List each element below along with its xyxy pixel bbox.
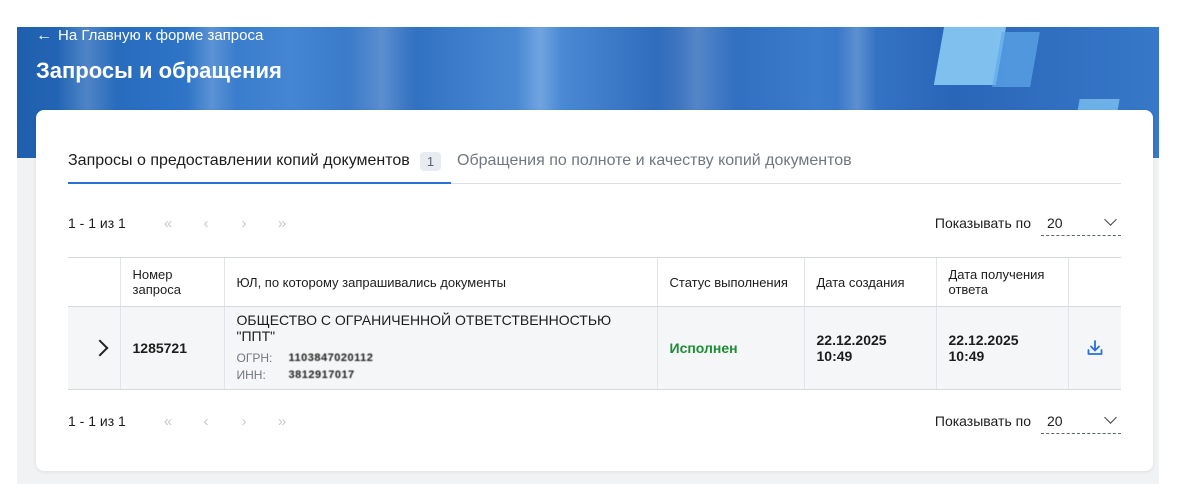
org-name: ОБЩЕСТВО С ОГРАНИЧЕННОЙ ОТВЕТСТВЕННОСТЬЮ… bbox=[236, 312, 612, 344]
page-title: Запросы и обращения bbox=[36, 58, 282, 83]
next-page-icon[interactable]: › bbox=[234, 215, 254, 232]
ogrn-label: ОГРН: bbox=[236, 351, 273, 365]
prev-page-icon[interactable]: ‹ bbox=[196, 413, 216, 430]
inn-value: 3812917017 bbox=[288, 369, 355, 381]
tabs: Запросы о предоставлении копий документо… bbox=[68, 152, 1121, 184]
tab-label: Запросы о предоставлении копий документо… bbox=[68, 152, 410, 169]
pagination-count: 1 - 1 из 1 bbox=[68, 413, 126, 429]
pagination-top: 1 - 1 из 1 « ‹ › » Показывать по 20 bbox=[68, 210, 1121, 236]
column-org: ЮЛ, по которому запрашивались документы bbox=[223, 257, 657, 307]
chevron-down-icon bbox=[1104, 411, 1117, 424]
tab-quality-appeals[interactable]: Обращения по полноте и качеству копий до… bbox=[451, 152, 862, 184]
count-badge: 1 bbox=[419, 152, 442, 171]
next-page-icon[interactable]: › bbox=[234, 413, 254, 430]
column-created: Дата создания bbox=[803, 257, 936, 307]
actions-cell bbox=[1067, 306, 1121, 390]
page-size-value: 20 bbox=[1047, 412, 1063, 429]
first-page-icon[interactable]: « bbox=[158, 413, 178, 430]
table-header-row: Номер запроса ЮЛ, по которому запрашивал… bbox=[68, 257, 1121, 307]
answered-date: 22.12.2025 10:49 bbox=[935, 306, 1068, 390]
inn-label: ИНН: bbox=[236, 368, 266, 382]
page-size-select[interactable]: 20 bbox=[1041, 210, 1121, 236]
status-cell: Исполнен bbox=[656, 306, 804, 390]
last-page-icon[interactable]: » bbox=[272, 413, 292, 430]
ogrn-line: ОГРН: 1103847020112 bbox=[237, 350, 645, 367]
first-page-icon[interactable]: « bbox=[158, 215, 178, 232]
download-icon[interactable] bbox=[1086, 339, 1104, 357]
column-answered: Дата получения ответа bbox=[935, 257, 1068, 307]
tab-label: Обращения по полноте и качеству копий до… bbox=[457, 152, 852, 169]
column-number: Номер запроса bbox=[119, 257, 224, 307]
arrow-left-icon: ← bbox=[36, 26, 52, 44]
chevron-down-icon bbox=[1104, 213, 1117, 226]
page-size-label: Показывать по bbox=[934, 413, 1031, 429]
ogrn-value: 1103847020112 bbox=[288, 352, 374, 364]
org-cell: ОБЩЕСТВО С ОГРАНИЧЕННОЙ ОТВЕТСТВЕННОСТЬЮ… bbox=[223, 306, 657, 390]
table-row[interactable]: 1285721 ОБЩЕСТВО С ОГРАНИЧЕННОЙ ОТВЕТСТВ… bbox=[68, 306, 1121, 390]
pagination-bottom: 1 - 1 из 1 « ‹ › » Показывать по 20 bbox=[68, 408, 1121, 434]
back-link[interactable]: ← На Главную к форме запроса bbox=[36, 27, 263, 44]
column-expand bbox=[68, 257, 120, 307]
last-page-icon[interactable]: » bbox=[272, 215, 292, 232]
page-size-select[interactable]: 20 bbox=[1041, 408, 1121, 434]
page-size-label: Показывать по bbox=[934, 215, 1031, 231]
page-size-value: 20 bbox=[1047, 214, 1063, 231]
column-actions bbox=[1067, 257, 1121, 307]
tab-copy-requests[interactable]: Запросы о предоставлении копий документо… bbox=[68, 152, 452, 184]
prev-page-icon[interactable]: ‹ bbox=[196, 215, 216, 232]
column-status: Статус выполнения bbox=[656, 257, 804, 307]
pagination-count: 1 - 1 из 1 bbox=[68, 215, 126, 231]
created-date: 22.12.2025 10:49 bbox=[803, 306, 936, 390]
page: ← На Главную к форме запроса Запросы и о… bbox=[0, 0, 1179, 498]
chevron-right-icon[interactable] bbox=[91, 339, 109, 357]
inn-line: ИНН: 3812917017 bbox=[237, 367, 645, 384]
requests-panel: Запросы о предоставлении копий документо… bbox=[36, 110, 1153, 471]
back-link-label: На Главную к форме запроса bbox=[58, 27, 264, 44]
requests-table: Номер запроса ЮЛ, по которому запрашивал… bbox=[68, 257, 1121, 390]
request-number: 1285721 bbox=[119, 306, 224, 390]
expand-cell[interactable] bbox=[68, 306, 120, 390]
